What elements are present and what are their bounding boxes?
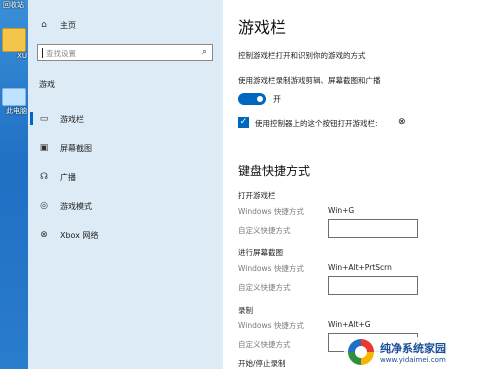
custom-shortcut-input-screenshot[interactable] <box>328 276 418 295</box>
custom-shortcut-label: 自定义快捷方式 <box>238 283 291 292</box>
nav-item-label: 广播 <box>60 172 76 182</box>
broadcast-icon: ☊ <box>40 172 48 182</box>
windows-shortcut-value: Win+Alt+PrtScrn <box>328 263 392 272</box>
desktop-icon-label: XU <box>17 52 27 60</box>
user-folder-icon <box>2 28 26 52</box>
desktop-icon-this-pc[interactable]: 此电脑 <box>0 88 28 116</box>
page-title: 游戏栏 <box>238 18 287 37</box>
search-icon: ⌕ <box>201 47 207 57</box>
xbox-icon: ⊗ <box>40 230 48 240</box>
watermark-text: 纯净系统家园 www.yidaimei.com <box>380 340 446 364</box>
search-placeholder: 查找设置 <box>46 49 76 58</box>
desktop-icon-label: 此电脑 <box>6 107 27 115</box>
windows-shortcut-value: Win+Alt+G <box>328 320 371 329</box>
toggle-state-text: 开 <box>273 95 281 104</box>
shortcut-group-title: 录制 <box>238 306 253 315</box>
nav-item-label: Xbox 网络 <box>60 230 99 240</box>
nav-item-broadcast[interactable]: ☊ 广播 <box>28 166 223 188</box>
nav-section-title: 游戏 <box>39 80 55 89</box>
keyboard-shortcuts-heading: 键盘快捷方式 <box>238 164 311 178</box>
nav-item-xbox-network[interactable]: ⊗ Xbox 网络 <box>28 224 223 246</box>
home-icon: ⌂ <box>41 20 47 30</box>
watermark-name: 纯净系统家园 <box>380 342 446 355</box>
nav-item-label: 屏幕截图 <box>60 143 92 153</box>
windows-shortcut-value: Win+G <box>328 206 355 215</box>
watermark-logo-icon <box>348 339 374 365</box>
xbox-button-icon: ⊗ <box>398 117 406 127</box>
nav-item-game-mode[interactable]: ◎ 游戏模式 <box>28 195 223 217</box>
desktop-icon-recycle-bin[interactable]: 回收站 <box>0 0 28 10</box>
custom-shortcut-label: 自定义快捷方式 <box>238 226 291 235</box>
settings-search-input[interactable]: 查找设置 ⌕ <box>37 44 213 61</box>
custom-shortcut-label: 自定义快捷方式 <box>238 340 291 349</box>
nav-home-label: 主页 <box>60 20 76 30</box>
screenshot-icon: ▣ <box>39 143 49 153</box>
shortcut-group-title-partial: 开始/停止录制 <box>238 359 286 368</box>
desktop-background: 回收站 XU 此电脑 <box>0 0 28 369</box>
watermark-url: www.yidaimei.com <box>380 356 446 364</box>
desktop-icon-user-folder[interactable]: XU <box>0 28 28 60</box>
shortcut-group-title: 进行屏幕截图 <box>238 248 283 257</box>
desktop-icon-label: 回收站 <box>3 1 24 9</box>
record-toggle-label: 使用游戏栏录制游戏剪辑、屏幕截图和广播 <box>238 76 381 85</box>
settings-content-pane: 游戏栏 控制游戏栏打开和识别你的游戏的方式 使用游戏栏录制游戏剪辑、屏幕截图和广… <box>223 0 500 369</box>
nav-item-label: 游戏栏 <box>60 114 84 124</box>
custom-shortcut-input-open-game-bar[interactable] <box>328 219 418 238</box>
page-description: 控制游戏栏打开和识别你的游戏的方式 <box>238 51 366 60</box>
nav-item-label: 游戏模式 <box>60 201 92 211</box>
windows-shortcut-label: Windows 快捷方式 <box>238 264 304 273</box>
text-caret <box>42 48 43 58</box>
windows-shortcut-label: Windows 快捷方式 <box>238 321 304 330</box>
toggle-knob <box>257 96 263 102</box>
site-watermark: 纯净系统家园 www.yidaimei.com <box>344 337 494 367</box>
shortcut-group-title: 打开游戏栏 <box>238 191 276 200</box>
controller-button-checkbox[interactable]: ✓ <box>238 117 249 128</box>
windows-shortcut-label: Windows 快捷方式 <box>238 207 304 216</box>
computer-icon <box>2 88 26 106</box>
nav-home[interactable]: ⌂ 主页 <box>28 14 223 36</box>
record-toggle-switch[interactable] <box>238 93 266 105</box>
game-bar-icon: ▭ <box>39 114 49 124</box>
game-mode-icon: ◎ <box>40 201 48 211</box>
nav-item-game-bar[interactable]: ▭ 游戏栏 <box>28 108 223 130</box>
controller-button-label: 使用控制器上的这个按钮打开游戏栏: <box>255 119 378 128</box>
settings-nav-pane: ⌂ 主页 查找设置 ⌕ 游戏 ▭ 游戏栏 ▣ 屏幕截图 ☊ 广播 ◎ 游戏模式 … <box>28 0 223 369</box>
nav-item-screenshots[interactable]: ▣ 屏幕截图 <box>28 137 223 159</box>
